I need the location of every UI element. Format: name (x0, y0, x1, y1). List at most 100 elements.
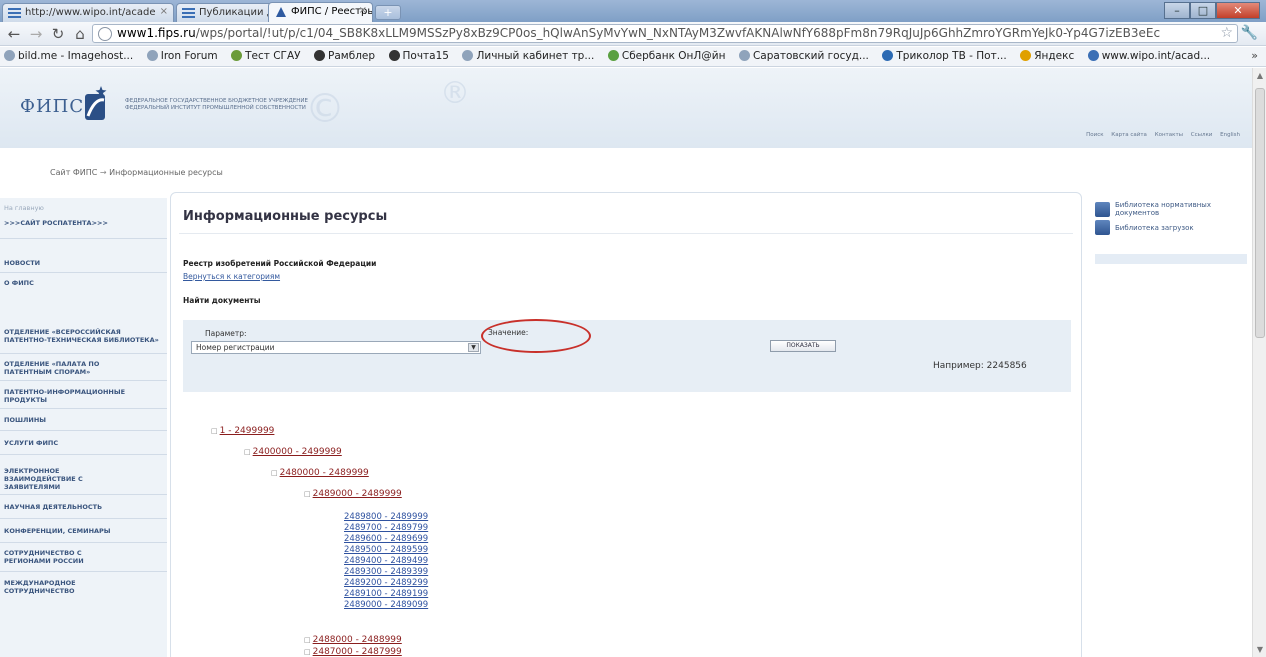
nav-rospatent[interactable]: >>>САЙТ РОСПАТЕНТА>>> (0, 219, 167, 227)
bookmark-favicon-icon (231, 50, 243, 61)
window-controls: – □ ✕ (1164, 2, 1260, 19)
tree-leaf[interactable]: 2489200 - 2489299 (344, 578, 428, 588)
nav-services[interactable]: УСЛУГИ ФИПС (0, 439, 167, 447)
close-window-icon[interactable]: ✕ (1216, 2, 1260, 19)
back-arrow-icon[interactable]: ← (4, 25, 24, 43)
vertical-scrollbar[interactable]: ▲ ▼ (1252, 68, 1266, 657)
nav-divider (0, 353, 167, 354)
tree-leaf[interactable]: 2489800 - 2489999 (344, 512, 428, 522)
nav-divider (0, 571, 167, 572)
bookmark-item[interactable]: Рамблер (310, 47, 379, 62)
url-host: www1.fips.ru (117, 26, 196, 40)
tree-bullet-icon: □ (304, 636, 311, 644)
home-icon[interactable]: ⌂ (70, 25, 90, 43)
scroll-up-icon[interactable]: ▲ (1255, 71, 1265, 80)
registry-title: Реестр изобретений Российской Федерации (183, 259, 377, 268)
tree-leaf[interactable]: 2489000 - 2489099 (344, 600, 428, 610)
tree-bullet-icon: □ (304, 490, 311, 498)
more-bookmarks-icon[interactable]: » (1251, 49, 1258, 62)
bookmark-item[interactable]: Тест СГАУ (227, 47, 304, 62)
breadcrumb: Сайт ФИПС → Информационные ресурсы (50, 168, 223, 177)
tab-wipo[interactable]: http://www.wipo.int/acade × (2, 3, 174, 22)
nav-international[interactable]: МЕЖДУНАРОДНОЕ СОТРУДНИЧЕСТВО (0, 579, 110, 595)
wipo-favicon-icon (8, 7, 21, 19)
bookmark-star-icon[interactable]: ☆ (1220, 25, 1233, 41)
scroll-down-icon[interactable]: ▼ (1255, 645, 1265, 654)
tree-node[interactable]: □ 2487000 - 2487999 (304, 647, 402, 657)
breadcrumb-home[interactable]: Сайт ФИПС (50, 168, 97, 177)
nav-news[interactable]: НОВОСТИ (0, 259, 167, 267)
nav-library[interactable]: ОТДЕЛЕНИЕ «ВСЕРОССИЙСКАЯ ПАТЕНТНО-ТЕХНИЧ… (0, 328, 165, 344)
tab-title: http://www.wipo.int/acade (25, 7, 156, 18)
org-name-line: ФЕДЕРАЛЬНЫЙ ИНСТИТУТ ПРОМЫШЛЕННОЙ СОБСТВ… (125, 105, 306, 111)
tree-leaf[interactable]: 2489700 - 2489799 (344, 523, 428, 533)
tree-leaf[interactable]: 2489500 - 2489599 (344, 545, 428, 555)
tree-leaf[interactable]: 2489400 - 2489499 (344, 556, 428, 566)
nav-regions[interactable]: СОТРУДНИЧЕСТВО С РЕГИОНАМИ РОССИИ (0, 549, 110, 565)
search-link[interactable]: Поиск (1086, 132, 1103, 138)
registered-watermark-icon: ® (440, 76, 470, 111)
sitemap-link[interactable]: Карта сайта (1111, 132, 1147, 138)
nav-home[interactable]: На главную (0, 204, 167, 212)
nav-divider (0, 272, 167, 273)
parameter-label: Параметр: (205, 329, 247, 338)
back-to-categories-link[interactable]: Вернуться к категориям (183, 272, 280, 281)
forward-arrow-icon[interactable]: → (26, 25, 46, 43)
tree-leaf[interactable]: 2489300 - 2489399 (344, 567, 428, 577)
new-tab-button[interactable]: + (375, 5, 401, 20)
bookmark-item[interactable]: Саратовский госуд... (735, 47, 873, 62)
close-tab-icon[interactable]: × (160, 6, 168, 17)
tree-leaf[interactable]: 2489100 - 2489199 (344, 589, 428, 599)
tree-node[interactable]: □ 2400000 - 2499999 (244, 447, 342, 457)
reload-icon[interactable]: ↻ (48, 25, 68, 43)
site-logo[interactable]: ФИПС (20, 96, 84, 117)
tree-leaf[interactable]: 2489600 - 2489699 (344, 534, 428, 544)
tab-fips-registries[interactable]: ФИПС / Реестры × (268, 2, 373, 22)
nav-disputes[interactable]: ОТДЕЛЕНИЕ «ПАЛАТА ПО ПАТЕНТНЫМ СПОРАМ» (0, 360, 120, 376)
tree-node[interactable]: □ 2488000 - 2488999 (304, 635, 402, 645)
bookmark-item[interactable]: www.wipo.int/acad... (1084, 47, 1214, 62)
close-tab-icon[interactable]: × (359, 5, 367, 16)
nav-divider (0, 454, 167, 455)
bookmark-item[interactable]: Сбербанк ОнЛ@йн (604, 47, 730, 62)
dropdown-arrow-icon[interactable]: ▼ (468, 343, 479, 352)
page-title: Информационные ресурсы (183, 209, 388, 224)
scrollbar-thumb[interactable] (1255, 88, 1265, 338)
tree-node[interactable]: □ 2480000 - 2489999 (271, 468, 369, 478)
bookmark-favicon-icon (738, 50, 750, 61)
minimize-icon[interactable]: – (1164, 2, 1190, 19)
show-button[interactable]: ПОКАЗАТЬ (770, 340, 836, 352)
contacts-link[interactable]: Контакты (1155, 132, 1183, 138)
maximize-icon[interactable]: □ (1190, 2, 1216, 19)
bookmark-item[interactable]: Iron Forum (143, 47, 222, 62)
bookmark-item[interactable]: Яндекс (1016, 47, 1078, 62)
bookmark-favicon-icon (146, 50, 158, 61)
tree-node[interactable]: □ 2489000 - 2489999 (304, 489, 402, 499)
bookmark-item[interactable]: Почта15 (385, 47, 453, 62)
nav-products[interactable]: ПАТЕНТНО-ИНФОРМАЦИОННЫЕ ПРОДУКТЫ (0, 388, 165, 404)
english-link[interactable]: English (1220, 132, 1240, 138)
nav-fees[interactable]: ПОШЛИНЫ (0, 416, 167, 424)
parameter-select[interactable]: Номер регистрации ▼ (191, 341, 481, 354)
bookmark-item[interactable]: bild.me - Imagehost... (0, 47, 137, 62)
top-links: Поиск Карта сайта Контакты Ссылки Englis… (1080, 132, 1240, 138)
tree-node[interactable]: □ 1 - 2499999 (211, 426, 274, 436)
nav-conferences[interactable]: КОНФЕРЕНЦИИ, СЕМИНАРЫ (0, 527, 167, 535)
navigation-toolbar: ← → ↻ ⌂ www1.fips.ru/wps/portal/!ut/p/c1… (0, 22, 1266, 46)
bookmark-item[interactable]: Личный кабинет тр... (458, 47, 598, 62)
nav-e-interaction[interactable]: ЭЛЕКТРОННОЕ ВЗАИМОДЕЙСТВИЕ С ЗАЯВИТЕЛЯМИ (0, 467, 110, 491)
address-bar[interactable]: www1.fips.ru/wps/portal/!ut/p/c1/04_SB8K… (92, 24, 1238, 43)
wrench-icon[interactable]: 🔧 (1241, 25, 1258, 41)
nav-science[interactable]: НАУЧНАЯ ДЕЯТЕЛЬНОСТЬ (0, 503, 167, 511)
normative-library-link[interactable]: Библиотека нормативных документов (1115, 201, 1245, 217)
tricolor-favicon-icon (882, 50, 894, 61)
url-path: /wps/portal/!ut/p/c1/04_SB8K8xLLM9MSSzPy… (195, 26, 1161, 40)
bookmark-item[interactable]: Триколор ТВ - Пот... (878, 47, 1010, 62)
value-input[interactable] (486, 339, 586, 354)
breadcrumb-current: Информационные ресурсы (109, 168, 223, 177)
downloads-library-link[interactable]: Библиотека загрузок (1115, 224, 1194, 232)
example-hint: Например: 2245856 (933, 361, 1027, 371)
nav-about[interactable]: О ФИПС (0, 279, 167, 287)
links-link[interactable]: Ссылки (1191, 132, 1213, 138)
sberbank-favicon-icon (607, 50, 619, 61)
